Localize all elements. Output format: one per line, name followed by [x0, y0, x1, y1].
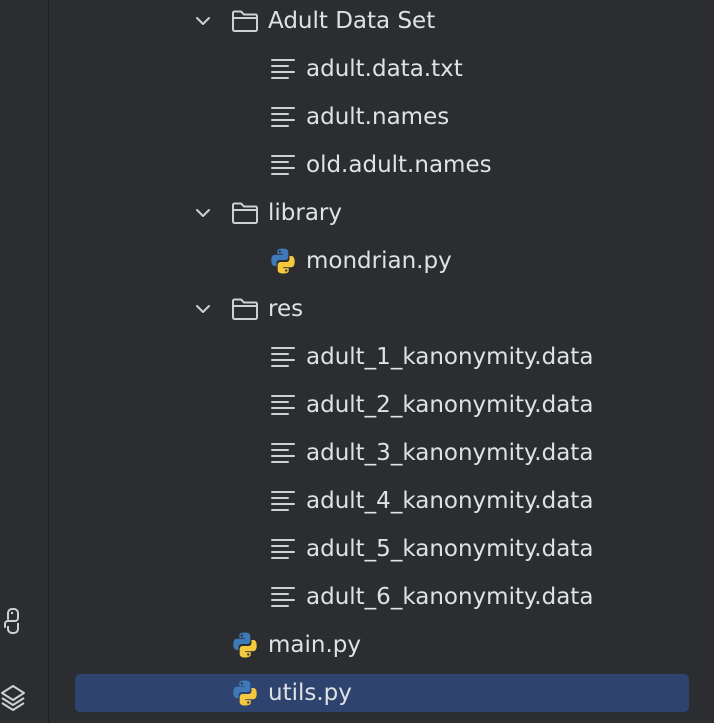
text-file-icon	[268, 102, 298, 132]
tree-item-adult-names[interactable]: adult.names	[75, 98, 689, 136]
tree-item-label: adult_4_kanonymity.data	[306, 488, 594, 514]
tree-item-old-adult-names[interactable]: old.adult.names	[75, 146, 689, 184]
tree-item-adult-1[interactable]: adult_1_kanonymity.data	[75, 338, 689, 376]
text-file-icon	[268, 534, 298, 564]
tree-item-label: Adult Data Set	[268, 8, 436, 34]
project-tool-window: Adult Data Set adult.data.txt adult.names o…	[0, 0, 714, 723]
tree-item-label: mondrian.py	[306, 248, 452, 274]
text-file-icon	[268, 150, 298, 180]
chevron-down-icon[interactable]	[194, 12, 212, 30]
tree-item-label: adult.names	[306, 104, 450, 130]
layers-icon[interactable]	[0, 680, 26, 714]
python-file-icon	[268, 246, 298, 276]
left-tool-strip	[0, 0, 49, 723]
tree-item-main-py[interactable]: main.py	[75, 626, 689, 664]
folder-icon	[230, 6, 260, 36]
tree-item-label: utils.py	[268, 680, 352, 706]
tree-item-label: adult.data.txt	[306, 56, 463, 82]
tree-item-label: adult_2_kanonymity.data	[306, 392, 594, 418]
tree-item-label: library	[268, 200, 342, 226]
tree-item-adult-5[interactable]: adult_5_kanonymity.data	[75, 530, 689, 568]
python-console-icon[interactable]	[0, 604, 26, 638]
chevron-down-icon[interactable]	[194, 204, 212, 222]
tree-item-label: adult_5_kanonymity.data	[306, 536, 594, 562]
tree-item-utils-py[interactable]: utils.py	[75, 674, 689, 712]
tree-item-adult-data-txt[interactable]: adult.data.txt	[75, 50, 689, 88]
tree-item-label: res	[268, 296, 304, 322]
project-tree: Adult Data Set adult.data.txt adult.names o…	[49, 0, 714, 723]
chevron-down-icon[interactable]	[194, 300, 212, 318]
tree-item-mondrian-py[interactable]: mondrian.py	[75, 242, 689, 280]
text-file-icon	[268, 54, 298, 84]
tree-item-library[interactable]: library	[75, 194, 689, 232]
tree-item-adult-data-set[interactable]: Adult Data Set	[75, 2, 689, 40]
text-file-icon	[268, 438, 298, 468]
tree-item-label: adult_1_kanonymity.data	[306, 344, 594, 370]
tree-item-res[interactable]: res	[75, 290, 689, 328]
tree-item-label: adult_3_kanonymity.data	[306, 440, 594, 466]
python-file-icon	[230, 630, 260, 660]
folder-icon	[230, 198, 260, 228]
tree-item-adult-4[interactable]: adult_4_kanonymity.data	[75, 482, 689, 520]
tree-item-adult-2[interactable]: adult_2_kanonymity.data	[75, 386, 689, 424]
python-file-icon	[230, 678, 260, 708]
tree-item-adult-6[interactable]: adult_6_kanonymity.data	[75, 578, 689, 616]
tree-item-label: old.adult.names	[306, 152, 492, 178]
text-file-icon	[268, 582, 298, 612]
tree-item-label: adult_6_kanonymity.data	[306, 584, 594, 610]
folder-icon	[230, 294, 260, 324]
text-file-icon	[268, 390, 298, 420]
tree-item-label: main.py	[268, 632, 361, 658]
tree-item-adult-3[interactable]: adult_3_kanonymity.data	[75, 434, 689, 472]
text-file-icon	[268, 342, 298, 372]
text-file-icon	[268, 486, 298, 516]
